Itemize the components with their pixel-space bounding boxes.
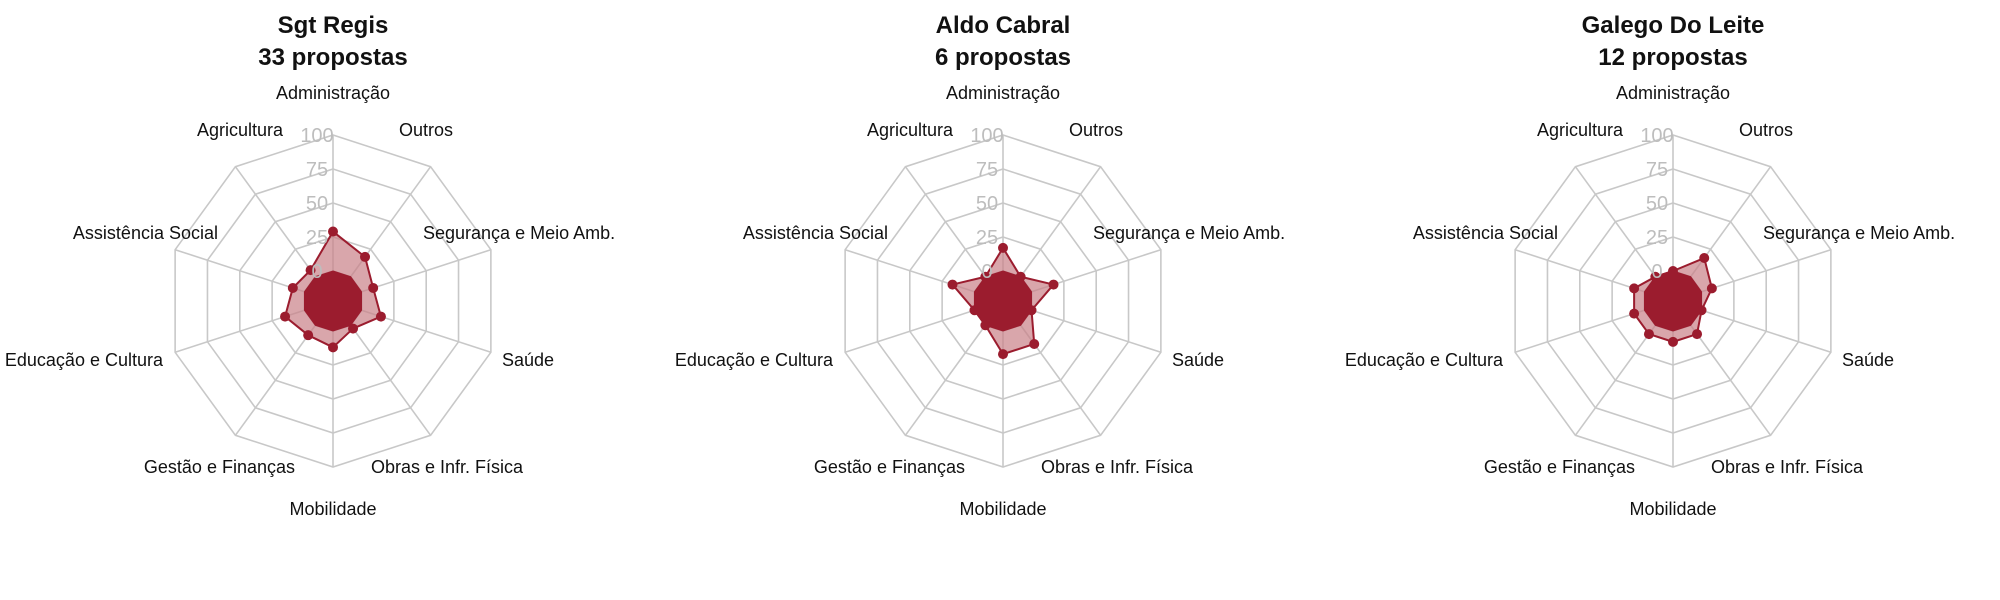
axis-label: Administração: [1616, 83, 1730, 103]
radar-chart-2: Galego Do Leite 12 propostas 0 25 50 75 100 Adm…: [1345, 12, 1955, 519]
axis-label: Educação e Cultura: [1345, 350, 1504, 370]
tick-label: 100: [300, 125, 333, 147]
data-point-5: [998, 349, 1008, 360]
axis-label: Saúde: [1842, 350, 1894, 370]
tick-label: 0: [311, 261, 322, 283]
data-point-4: [348, 323, 359, 334]
axis-label: Saúde: [502, 350, 554, 370]
data-point-2: [368, 282, 379, 293]
axis-label: Outros: [1069, 120, 1123, 140]
data-point-6: [980, 320, 991, 331]
data-point-1: [360, 251, 371, 262]
axis-label: Segurança e Meio Amb.: [1763, 223, 1955, 243]
axis-label: Educação e Cultura: [5, 350, 164, 370]
axis-label: Outros: [399, 120, 453, 140]
axis-label: Segurança e Meio Amb.: [1093, 223, 1285, 243]
axis-label: Saúde: [1172, 350, 1224, 370]
axis-label: Outros: [1739, 120, 1793, 140]
axis-label: Mobilidade: [289, 499, 376, 519]
tick-label: 100: [1640, 125, 1673, 147]
data-point-4: [1029, 338, 1040, 349]
data-point-0: [998, 242, 1008, 253]
tick-label: 25: [976, 227, 998, 249]
tick-label: 50: [976, 193, 998, 215]
axis-label: Obras e Infr. Física: [1041, 457, 1194, 477]
axis-label: Segurança e Meio Amb.: [423, 223, 615, 243]
axis-label: Gestão e Finanças: [814, 457, 965, 477]
axis-label: Educação e Cultura: [675, 350, 834, 370]
chart-subtitle: 6 propostas: [935, 44, 1071, 71]
axis-label: Agricultura: [197, 120, 284, 140]
chart-title: Sgt Regis: [278, 12, 389, 39]
data-point-8: [947, 279, 958, 290]
data-point-0: [328, 226, 338, 237]
data-point-3: [1696, 305, 1707, 316]
chart-subtitle: 12 propostas: [1598, 44, 1747, 71]
axis-label: Mobilidade: [959, 499, 1046, 519]
tick-label: 0: [1651, 261, 1662, 283]
data-point-5: [328, 342, 338, 353]
data-point-3: [1026, 305, 1037, 316]
data-point-8: [287, 282, 298, 293]
tick-label: 50: [306, 193, 328, 215]
data-point-1: [1015, 271, 1026, 282]
axis-label: Assistência Social: [743, 223, 888, 243]
axis-label: Assistência Social: [1413, 223, 1558, 243]
axis-label: Gestão e Finanças: [144, 457, 295, 477]
axis-label: Administração: [276, 83, 390, 103]
data-point-2: [1706, 283, 1717, 294]
tick-label: 0: [981, 261, 992, 283]
axis-label: Mobilidade: [1629, 499, 1716, 519]
tick-label: 50: [1646, 193, 1668, 215]
axis-label: Obras e Infr. Física: [371, 457, 524, 477]
tick-label: 75: [306, 159, 328, 181]
tick-label: 25: [306, 227, 328, 249]
axis-label: Agricultura: [1537, 120, 1624, 140]
data-point-4: [1692, 329, 1703, 340]
axis-label: Administração: [946, 83, 1060, 103]
tick-label: 75: [1646, 159, 1668, 181]
tick-label: 100: [970, 125, 1003, 147]
axis-label: Agricultura: [867, 120, 954, 140]
chart-title: Aldo Cabral: [936, 12, 1071, 39]
radar-chart-0: Sgt Regis 33 propostas 0 25 50 75 100 Administr…: [5, 12, 615, 519]
radar-chart-1: Aldo Cabral 6 propostas 0 25 50 75 100 Administ…: [675, 12, 1285, 519]
data-point-6: [303, 330, 314, 341]
radar-chart-panel-group: Sgt Regis 33 propostas 0 25 50 75 100 Administr…: [0, 0, 2000, 600]
data-point-5: [1668, 336, 1678, 347]
data-point-7: [969, 305, 980, 316]
chart-title: Galego Do Leite: [1582, 12, 1765, 39]
axis-label: Obras e Infr. Física: [1711, 457, 1864, 477]
data-point-3: [375, 311, 386, 322]
data-point-8: [1629, 283, 1640, 294]
data-point-7: [1629, 308, 1640, 319]
axis-label: Assistência Social: [73, 223, 218, 243]
tick-label: 25: [1646, 227, 1668, 249]
axis-label: Gestão e Finanças: [1484, 457, 1635, 477]
data-point-0: [1668, 266, 1678, 276]
radar-charts-svg: Sgt Regis 33 propostas 0 25 50 75 100 Administr…: [5, 12, 1955, 519]
data-point-7: [280, 311, 291, 322]
data-point-2: [1048, 279, 1059, 290]
chart-subtitle: 33 propostas: [258, 44, 407, 71]
tick-label: 75: [976, 159, 998, 181]
data-point-1: [1699, 253, 1710, 264]
data-point-6: [1643, 329, 1654, 340]
